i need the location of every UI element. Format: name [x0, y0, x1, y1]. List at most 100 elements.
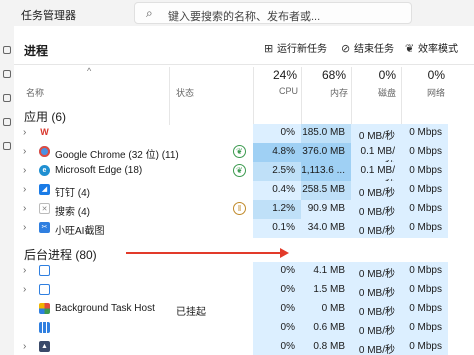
window-app-icon	[39, 284, 50, 295]
toolbar-separator	[14, 64, 474, 65]
process-name: Google Chrome (32 位) (11)	[55, 150, 179, 161]
network-cell: 0 Mbps	[401, 300, 448, 319]
leaf-icon: ❦	[405, 43, 415, 55]
background-row[interactable]: 0% 0.6 MB 0 MB/秒 0 Mbps	[14, 319, 474, 338]
expand-chevron-icon[interactable]: ›	[23, 165, 26, 176]
search-app-icon: ✕	[39, 203, 50, 214]
background-row-task-host[interactable]: Background Task Host 已挂起 0% 0 MB 0 MB/秒 …	[14, 300, 474, 319]
background-row[interactable]: › 0% 4.1 MB 0 MB/秒 0 Mbps	[14, 262, 474, 281]
expand-chevron-icon[interactable]: ›	[23, 127, 26, 138]
app-row-chrome[interactable]: › Google Chrome (32 位) (11) ❦ 4.8% 376.0…	[14, 143, 474, 172]
disk-cell: 0 MB/秒	[351, 300, 401, 319]
memory-cell: 1.5 MB	[301, 281, 351, 300]
users-nav-icon[interactable]	[3, 142, 11, 150]
memory-cell: 4.1 MB	[301, 262, 351, 281]
network-cell: 0 Mbps	[401, 181, 448, 200]
memory-cell: 0 MB	[301, 300, 351, 319]
search-icon: ⌕	[146, 6, 153, 20]
memory-cell: 185.0 MB	[301, 124, 351, 143]
memory-cell: 0.6 MB	[301, 319, 351, 338]
expand-chevron-icon[interactable]: ›	[23, 222, 26, 233]
disk-cell: 0 MB/秒	[351, 281, 401, 300]
app-row-dingtalk[interactable]: › ◢ 钉钉 (4) 0.4% 258.5 MB 0 MB/秒 0 Mbps	[14, 181, 474, 200]
column-divider	[169, 67, 170, 125]
process-name: Microsoft Edge (18)	[55, 165, 143, 176]
background-row[interactable]: › ▲ 0% 0.8 MB 0 MB/秒 0 Mbps	[14, 338, 474, 355]
expand-chevron-icon[interactable]: ›	[23, 341, 26, 352]
column-network[interactable]: 网络	[425, 86, 445, 99]
cpu-total: 24%	[272, 68, 297, 82]
app-row-edge[interactable]: › e Microsoft Edge (18) ❦ 2.5% 1,113.6 .…	[14, 162, 474, 191]
chrome-icon	[39, 146, 50, 157]
screenshot-app-icon: ✂	[39, 222, 50, 233]
cpu-cell: 0%	[253, 262, 301, 281]
net-total: 0%	[427, 68, 445, 82]
title-bar: 任务管理器 ⌕ 键入要搜索的名称、发布者或...	[0, 0, 474, 26]
cpu-cell: 0%	[253, 281, 301, 300]
sidebar	[0, 26, 14, 355]
network-cell: 0 Mbps	[401, 124, 448, 143]
expand-chevron-icon[interactable]: ›	[23, 203, 26, 214]
cpu-cell: 2.5%	[253, 162, 301, 181]
expand-chevron-icon[interactable]: ›	[23, 184, 26, 195]
windows-logo-icon	[39, 303, 50, 314]
expand-chevron-icon[interactable]: ›	[23, 146, 26, 157]
dingtalk-icon: ◢	[39, 184, 50, 195]
run-new-task-button[interactable]: ⊞ 运行新任务	[264, 40, 327, 55]
grid-app-icon	[39, 322, 50, 333]
efficiency-mode-label: 效率模式	[418, 44, 458, 55]
search-input[interactable]: 键入要搜索的名称、发布者或...	[168, 8, 320, 24]
processes-nav-icon[interactable]	[3, 46, 11, 54]
app-history-nav-icon[interactable]	[3, 94, 11, 102]
efficiency-mode-button[interactable]: ❦ 效率模式	[405, 40, 458, 55]
network-cell: 0 Mbps	[401, 143, 448, 162]
pause-icon: ǁ	[233, 202, 246, 215]
column-memory[interactable]: 内存	[328, 86, 348, 99]
process-panel: 进程 ⊞ 运行新任务 ⊘ 结束任务 ❦ 效率模式 ^ 名称 状态 24% CPU 68…	[14, 26, 474, 355]
window-title: 任务管理器	[21, 10, 76, 22]
network-cell: 0 Mbps	[401, 219, 448, 238]
end-task-icon: ⊘	[341, 43, 351, 55]
cpu-cell: 0%	[253, 319, 301, 338]
edge-icon: e	[39, 165, 50, 176]
cpu-cell: 0%	[253, 300, 301, 319]
column-status[interactable]: 状态	[176, 86, 194, 99]
disk-cell: 0 MB/秒	[351, 319, 401, 338]
startup-nav-icon[interactable]	[3, 118, 11, 126]
column-disk[interactable]: 磁盘	[376, 86, 396, 99]
expand-chevron-icon[interactable]: ›	[23, 284, 26, 295]
page-title: 进程	[24, 44, 49, 58]
app-row-search[interactable]: › ✕ 搜索 (4) ǁ 1.2% 90.9 MB 0 MB/秒 0 Mbps	[14, 200, 474, 219]
memory-cell: 376.0 MB	[301, 143, 351, 162]
network-cell: 0 Mbps	[401, 338, 448, 355]
cpu-cell: 1.2%	[253, 200, 301, 219]
cpu-cell: 0.1%	[253, 219, 301, 238]
end-task-button[interactable]: ⊘ 结束任务	[341, 40, 394, 55]
column-name[interactable]: 名称	[26, 86, 44, 99]
mem-total: 68%	[321, 68, 346, 82]
memory-cell: 1,113.6 ...	[301, 162, 351, 181]
run-task-icon: ⊞	[264, 43, 274, 55]
app-icon: ▲	[39, 341, 50, 352]
background-row[interactable]: › 0% 1.5 MB 0 MB/秒 0 Mbps	[14, 281, 474, 300]
network-cell: 0 Mbps	[401, 281, 448, 300]
expand-chevron-icon[interactable]: ›	[23, 265, 26, 276]
window-app-icon	[39, 265, 50, 276]
cpu-cell: 0.4%	[253, 181, 301, 200]
disk-cell: 0 MB/秒	[351, 124, 401, 143]
process-name: 钉钉 (4)	[55, 188, 90, 199]
app-row-wps[interactable]: › W 0% 185.0 MB 0 MB/秒 0 Mbps	[14, 124, 474, 143]
search-box[interactable]: ⌕ 键入要搜索的名称、发布者或...	[134, 2, 412, 24]
memory-cell: 258.5 MB	[301, 181, 351, 200]
disk-cell: 0 MB/秒	[351, 200, 401, 219]
cpu-cell: 4.8%	[253, 143, 301, 162]
run-new-task-label: 运行新任务	[277, 44, 327, 55]
efficiency-leaf-icon: ❦	[233, 145, 246, 158]
network-cell: 0 Mbps	[401, 262, 448, 281]
disk-cell: 0.1 MB/秒	[351, 162, 401, 191]
column-cpu[interactable]: CPU	[278, 86, 298, 96]
memory-cell: 90.9 MB	[301, 200, 351, 219]
disk-total: 0%	[378, 68, 396, 82]
performance-nav-icon[interactable]	[3, 70, 11, 78]
app-row-screenshot-tool[interactable]: › ✂ 小旺AI截图 0.1% 34.0 MB 0 MB/秒 0 Mbps	[14, 219, 474, 238]
